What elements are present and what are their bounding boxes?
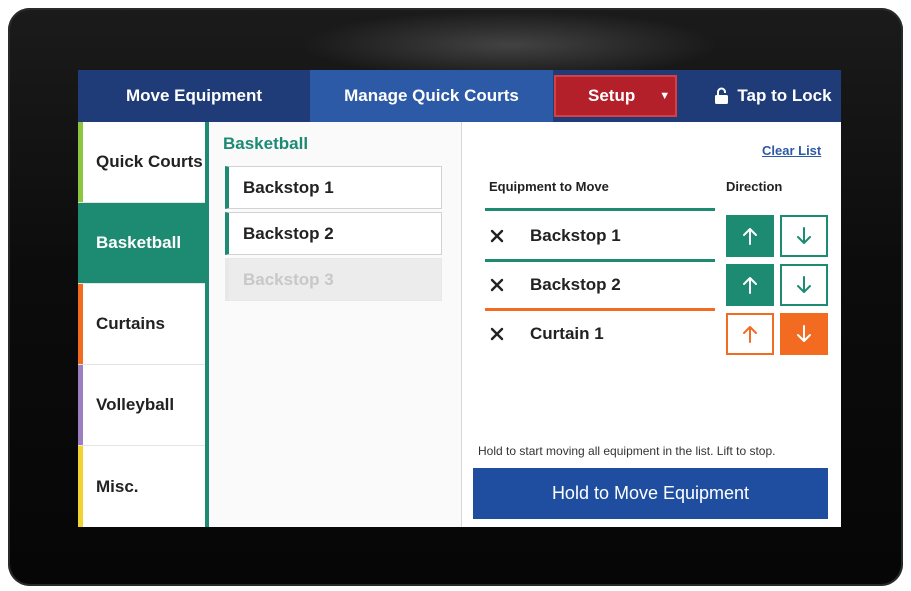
row-color-line bbox=[485, 208, 715, 211]
remove-icon[interactable] bbox=[490, 229, 504, 243]
sidebar-item-quick-courts[interactable]: Quick Courts bbox=[78, 122, 209, 203]
move-up-button[interactable] bbox=[726, 313, 774, 355]
hold-to-move-button[interactable]: Hold to Move Equipment bbox=[473, 468, 828, 519]
tap-to-lock-button[interactable]: Tap to Lock bbox=[705, 70, 841, 122]
touch-screen: Move Equipment Manage Quick Courts Setup… bbox=[78, 70, 841, 527]
sidebar-item-volleyball[interactable]: Volleyball bbox=[78, 365, 209, 446]
move-row-label: Curtain 1 bbox=[530, 324, 604, 343]
hold-to-move-label: Hold to Move Equipment bbox=[551, 483, 750, 503]
sidebar-item-basketball[interactable]: Basketball bbox=[78, 203, 209, 284]
equipment-item-label: Backstop 1 bbox=[243, 177, 334, 197]
tab-manage-quick-courts-label: Manage Quick Courts bbox=[344, 86, 519, 105]
sidebar-item-label: Basketball bbox=[96, 233, 182, 252]
sidebar-item-curtains[interactable]: Curtains bbox=[78, 284, 209, 365]
arrow-up-icon bbox=[743, 228, 757, 245]
arrow-up-icon bbox=[743, 326, 757, 343]
remove-icon[interactable] bbox=[490, 327, 504, 341]
sidebar-item-label: Curtains bbox=[96, 314, 165, 333]
sidebar-item-label: Volleyball bbox=[96, 395, 175, 414]
move-list-panel: Clear List Equipment to Move Direction B… bbox=[462, 122, 841, 527]
hold-instruction-text: Hold to start moving all equipment in th… bbox=[478, 444, 776, 458]
move-down-button[interactable] bbox=[780, 215, 828, 257]
arrow-down-icon bbox=[797, 325, 811, 342]
tab-move-equipment[interactable]: Move Equipment bbox=[78, 70, 310, 122]
equipment-item-backstop-1[interactable]: Backstop 1 bbox=[225, 166, 442, 209]
tab-manage-quick-courts[interactable]: Manage Quick Courts bbox=[310, 70, 553, 122]
row-color-line bbox=[485, 308, 715, 311]
equipment-item-label: Backstop 3 bbox=[243, 269, 334, 289]
equipment-item-backstop-3: Backstop 3 bbox=[225, 258, 442, 301]
move-up-button[interactable] bbox=[726, 215, 774, 257]
sidebar-item-label: Quick Courts bbox=[96, 152, 203, 171]
caret-down-icon: ▼ bbox=[659, 90, 671, 102]
arrow-down-icon bbox=[797, 276, 811, 293]
category-color-stripe bbox=[78, 365, 83, 445]
equipment-to-move-header: Equipment to Move bbox=[489, 179, 609, 194]
move-row-label: Backstop 2 bbox=[530, 275, 621, 294]
tab-move-equipment-label: Move Equipment bbox=[125, 86, 262, 105]
direction-header: Direction bbox=[726, 179, 783, 194]
equipment-list-panel: Basketball Backstop 1 Backstop 2 Backsto… bbox=[209, 122, 461, 527]
lock-open-icon bbox=[715, 87, 729, 104]
category-color-stripe bbox=[78, 284, 83, 364]
category-color-stripe bbox=[78, 122, 83, 202]
category-color-stripe bbox=[78, 446, 83, 527]
arrow-down-icon bbox=[797, 227, 811, 244]
move-row-label: Backstop 1 bbox=[530, 226, 621, 245]
move-up-button[interactable] bbox=[726, 264, 774, 306]
move-down-button[interactable] bbox=[780, 264, 828, 306]
category-sidebar: Quick Courts Basketball Curtains Volleyb… bbox=[78, 122, 209, 527]
setup-dropdown-button[interactable]: Setup ▼ bbox=[554, 75, 677, 117]
move-down-button[interactable] bbox=[780, 313, 828, 355]
top-nav-bar: Move Equipment Manage Quick Courts Setup… bbox=[78, 70, 841, 122]
equipment-item-label: Backstop 2 bbox=[243, 223, 334, 243]
category-color-stripe bbox=[78, 203, 83, 283]
clear-list-link[interactable]: Clear List bbox=[762, 143, 821, 158]
tap-to-lock-label: Tap to Lock bbox=[737, 86, 832, 105]
arrow-up-icon bbox=[743, 277, 757, 294]
equipment-item-backstop-2[interactable]: Backstop 2 bbox=[225, 212, 442, 255]
row-color-line bbox=[485, 259, 715, 262]
sidebar-item-label: Misc. bbox=[96, 476, 139, 496]
sidebar-item-misc[interactable]: Misc. bbox=[78, 446, 209, 527]
remove-icon[interactable] bbox=[490, 278, 504, 292]
setup-label: Setup bbox=[588, 86, 636, 105]
equipment-category-title: Basketball bbox=[223, 134, 309, 153]
